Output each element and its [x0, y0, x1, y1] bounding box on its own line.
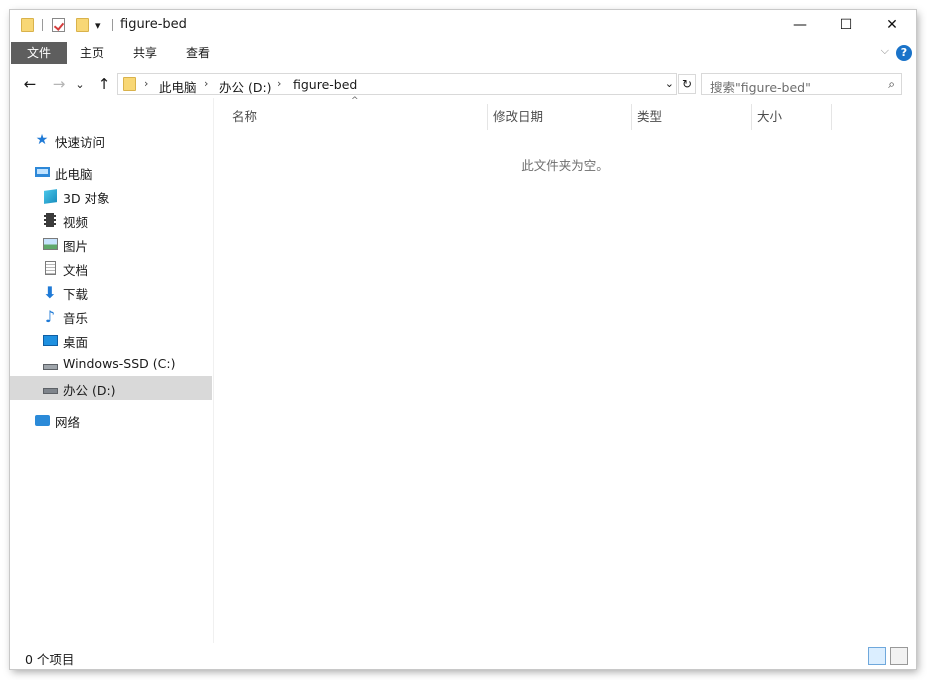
title-separator [112, 17, 113, 33]
back-button[interactable]: ← [20, 74, 40, 94]
large-icons-view-button[interactable] [890, 647, 908, 665]
sidebar-item-label: 图片 [63, 239, 89, 254]
breadcrumb-separator[interactable]: › [144, 77, 148, 90]
address-row: ← → ⌄ ↑ › 此电脑 › 办公 (D:) › figure-bed ⌄ ↻… [10, 70, 916, 98]
sidebar-item-label: 文档 [63, 263, 89, 278]
network-icon [34, 412, 50, 428]
column-header-date-modified[interactable]: 修改日期 [493, 106, 623, 130]
sidebar-item-music[interactable]: ♪ 音乐 [10, 304, 212, 328]
sidebar-item-label: Windows-SSD (C:) [63, 356, 176, 371]
navigation-pane: ★ 快速访问 此电脑 3D 对象 视频 图片 文档 ⬇ 下载 ♪ 音乐 桌面 W… [10, 98, 213, 643]
sidebar-item-label: 快速访问 [55, 135, 106, 150]
new-folder-icon[interactable] [76, 17, 89, 33]
breadcrumb-figure-bed[interactable]: figure-bed [293, 77, 357, 92]
column-divider[interactable] [631, 104, 632, 130]
sidebar-item-documents[interactable]: 文档 [10, 256, 212, 280]
sidebar-item-3d-objects[interactable]: 3D 对象 [10, 184, 212, 208]
tab-home[interactable]: 主页 [72, 42, 112, 64]
empty-folder-message: 此文件夹为空。 [521, 158, 609, 173]
details-view-button[interactable] [868, 647, 886, 665]
recent-locations-dropdown[interactable]: ⌄ [73, 74, 87, 94]
star-icon: ★ [35, 132, 49, 148]
sidebar-item-quick-access[interactable]: ★ 快速访问 [10, 128, 212, 152]
column-divider[interactable] [487, 104, 488, 130]
computer-icon [34, 164, 50, 180]
sidebar-item-label: 音乐 [63, 311, 89, 326]
sidebar-item-label: 下载 [63, 287, 89, 302]
title-bar: ▾ figure-bed — ☐ ✕ [10, 10, 916, 40]
search-icon[interactable]: ⌕ [888, 77, 895, 92]
cube-icon [42, 188, 58, 204]
address-folder-icon [123, 77, 136, 91]
qa-customize-dropdown[interactable]: ▾ [95, 17, 101, 33]
breadcrumb-separator[interactable]: › [277, 77, 281, 90]
sort-ascending-icon: ^ [351, 96, 359, 106]
documents-icon [42, 260, 58, 276]
sidebar-item-label: 桌面 [63, 335, 89, 350]
pictures-icon [42, 236, 58, 252]
sidebar-item-pictures[interactable]: 图片 [10, 232, 212, 256]
sidebar-item-videos[interactable]: 视频 [10, 208, 212, 232]
help-icon[interactable]: ? [896, 45, 912, 61]
qa-separator [42, 17, 43, 33]
refresh-button[interactable]: ↻ [678, 74, 696, 94]
sidebar-item-label: 3D 对象 [63, 191, 110, 206]
music-icon: ♪ [44, 306, 56, 326]
ribbon: 文件 主页 共享 查看 ⌵ ? [10, 41, 916, 65]
search-placeholder: 搜索"figure-bed" [710, 80, 811, 95]
status-item-count: 0 个项目 [25, 652, 75, 667]
column-header-type[interactable]: 类型 [637, 106, 747, 130]
sidebar-item-label: 网络 [55, 415, 81, 430]
address-dropdown-icon[interactable]: ⌄ [665, 77, 674, 90]
column-divider[interactable] [831, 104, 832, 130]
folder-icon [21, 17, 34, 33]
tab-view[interactable]: 查看 [178, 42, 218, 64]
file-list: ^ 名称 修改日期 类型 大小 此文件夹为空。 [214, 96, 916, 643]
properties-icon[interactable] [52, 17, 65, 33]
breadcrumb-this-pc[interactable]: 此电脑 [159, 77, 197, 96]
download-icon: ⬇ [43, 282, 57, 302]
address-bar[interactable]: › 此电脑 › 办公 (D:) › figure-bed ⌄ [117, 73, 677, 95]
sidebar-item-label: 此电脑 [55, 167, 93, 182]
drive-d-icon [42, 380, 58, 396]
sidebar-item-drive-c[interactable]: Windows-SSD (C:) [10, 352, 212, 376]
window-title: figure-bed [120, 17, 187, 32]
sidebar-item-desktop[interactable]: 桌面 [10, 328, 212, 352]
explorer-window: ▾ figure-bed — ☐ ✕ 文件 主页 共享 查看 ⌵ ? ← → ⌄… [10, 10, 916, 669]
tab-share[interactable]: 共享 [125, 42, 165, 64]
ribbon-expand-chevron-icon[interactable]: ⌵ [881, 44, 889, 58]
drive-c-icon [42, 356, 58, 372]
forward-button[interactable]: → [49, 74, 69, 94]
sidebar-item-label: 视频 [63, 215, 89, 230]
breadcrumb-drive-d[interactable]: 办公 (D:) [219, 77, 272, 96]
sidebar-item-network[interactable]: 网络 [10, 408, 212, 432]
sidebar-item-this-pc[interactable]: 此电脑 [10, 160, 212, 184]
desktop-icon [42, 332, 58, 348]
sidebar-item-label: 办公 (D:) [63, 383, 116, 398]
minimize-button[interactable]: — [777, 10, 823, 40]
breadcrumb-separator[interactable]: › [204, 77, 208, 90]
sidebar-item-downloads[interactable]: ⬇ 下载 [10, 280, 212, 304]
column-divider[interactable] [751, 104, 752, 130]
up-button[interactable]: ↑ [94, 74, 114, 94]
maximize-button[interactable]: ☐ [823, 10, 869, 40]
column-header-name[interactable]: 名称 [232, 106, 482, 130]
sidebar-item-drive-d[interactable]: 办公 (D:) [10, 376, 212, 400]
search-input[interactable]: 搜索"figure-bed" ⌕ [701, 73, 902, 95]
tab-file[interactable]: 文件 [11, 42, 67, 64]
close-button[interactable]: ✕ [869, 10, 915, 40]
column-header-size[interactable]: 大小 [757, 106, 827, 130]
video-icon [42, 212, 58, 228]
